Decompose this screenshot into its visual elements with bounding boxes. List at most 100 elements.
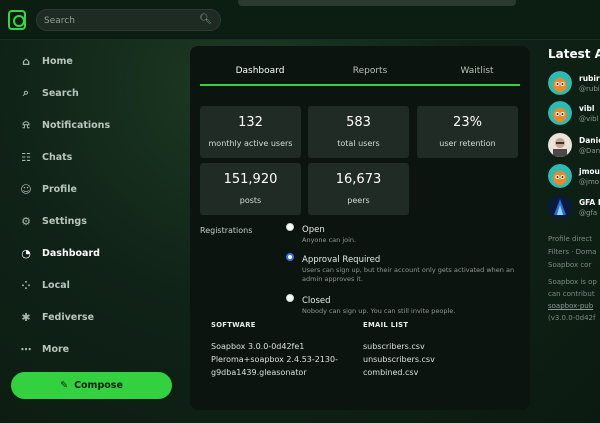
footer-text: Soapbox cor [548,261,592,269]
software-line: Pleroma+soapbox 2.4.53-2130- [211,355,338,364]
stat-card-monthly-active-users: 132 monthly active users [200,106,301,158]
sidebar-item-label: Search [42,87,79,99]
account-handle: @Dan [579,147,600,155]
sidebar-item-label: More [42,343,70,355]
repo-link[interactable]: soapbox-pub [548,302,593,310]
sidebar-item-label: Fediverse [42,311,95,323]
sidebar-item-more[interactable]: ⋯ More [20,340,160,358]
sidebar-item-label: Local [42,279,70,291]
stat-card-total-users: 583 total users [308,106,409,158]
user-icon: ☺ [20,182,32,196]
account-item[interactable]: Danie @Dan [548,133,600,159]
gear-icon: ⚙ [21,214,31,228]
registrations-label: Registrations [200,226,253,235]
stat-card-user-retention: 23% user retention [417,106,518,158]
sidebar-item-fediverse[interactable]: ✱ Fediverse [20,308,160,326]
account-name: Danie [579,136,600,145]
stat-card-peers: 16,673 peers [308,163,409,215]
option-title: Approval Required [302,255,381,265]
stat-label: total users [337,139,380,148]
bell-icon: ⍾ [22,118,30,131]
software-line: Soapbox 3.0.0-0d42fe1 [211,342,305,351]
fediverse-icon: ✱ [21,310,31,324]
radio-closed[interactable] [286,294,294,302]
footer-link[interactable]: Filters · Doma [548,248,596,256]
account-name: jmou [579,167,600,176]
account-item[interactable]: jmou @jmo [548,164,600,190]
account-handle: @rubi [579,85,600,93]
search-icon: ⌕ [22,86,30,99]
avatar [548,101,572,125]
stat-value: 583 [346,115,371,130]
home-icon: ⌂ [22,54,30,68]
stat-value: 23% [453,115,482,130]
account-handle: @jmo [579,178,600,186]
sidebar-item-chats[interactable]: ☷ Chats [20,148,160,166]
sidebar-item-label: Notifications [42,119,111,131]
software-heading: SOFTWARE [211,321,256,329]
email-list-link[interactable]: subscribers.csv [363,342,425,351]
stat-value: 16,673 [335,172,382,187]
sidebar-item-local[interactable]: ⁘ Local [20,276,160,294]
top-strip [238,0,516,6]
email-list-heading: EMAIL LIST [363,321,409,329]
sidebar-item-label: Home [42,55,73,67]
account-handle: @vibl [579,115,599,123]
compose-label: Compose [74,380,123,391]
stat-label: posts [239,196,262,205]
more-icon: ⋯ [20,342,32,356]
account-name: rubir [579,74,600,83]
stat-value: 132 [238,115,263,130]
chat-icon: ☷ [21,150,31,164]
avatar [548,71,572,95]
tab-underline [200,84,520,86]
account-item[interactable]: vibl @vibl [548,101,600,127]
account-handle: @gfa [579,209,598,217]
top-bar: 🔍︎ [0,0,600,40]
sidebar-item-notifications[interactable]: ⍾ Notifications [20,116,160,134]
footer-text: Soapbox is op [548,278,597,286]
sidebar-item-search[interactable]: ⌕ Search [20,84,160,102]
local-icon: ⁘ [21,278,31,292]
sidebar-item-home[interactable]: ⌂ Home [20,52,160,70]
search-icon[interactable]: 🔍︎ [199,14,212,25]
radio-open[interactable] [286,223,294,231]
version-text: (v3.0.0-0d42f [548,314,596,322]
email-list-link[interactable]: combined.csv [363,368,418,377]
tab-bar: Dashboard Reports Waitlist [200,60,520,86]
option-description: Users can sign up, but their account onl… [302,266,515,283]
software-line: g9dba1439.gleasonator [211,368,307,377]
sidebar-item-settings[interactable]: ⚙ Settings [20,212,160,230]
compose-button[interactable]: ✎ Compose [11,372,172,399]
footer-link[interactable]: Profile direct [548,235,592,243]
radio-approval-required[interactable] [286,253,294,261]
footer-text: can contribut [548,290,595,298]
search-input[interactable] [44,13,194,28]
tab-active-indicator [200,84,520,86]
dashboard-icon: ◔ [21,246,31,260]
stat-label: monthly active users [208,139,293,148]
account-name: GFA I [579,198,600,207]
account-item[interactable]: GFA I @gfa [548,195,600,221]
stat-value: 151,920 [223,172,278,187]
sidebar-item-label: Dashboard [42,247,100,259]
account-item[interactable]: rubir @rubi [548,71,600,97]
option-title: Open [302,225,325,235]
latest-accounts-title: Latest Ac [548,47,600,61]
option-description: Anyone can join. [302,236,357,244]
stat-card-posts: 151,920 posts [200,163,301,215]
sidebar-item-label: Profile [42,183,77,195]
option-title: Closed [302,296,331,306]
option-description: Nobody can sign up. You can still invite… [302,307,456,315]
email-list-link[interactable]: unsubscribers.csv [363,355,435,364]
soapbox-logo-icon[interactable] [8,10,26,30]
avatar [548,133,572,157]
sidebar-item-dashboard[interactable]: ◔ Dashboard [20,244,160,262]
sidebar-item-label: Settings [42,215,87,227]
stat-label: peers [347,196,370,205]
stat-label: user retention [439,139,496,148]
pencil-icon: ✎ [60,380,69,391]
sidebar-item-label: Chats [42,151,73,163]
sidebar-item-profile[interactable]: ☺ Profile [20,180,160,198]
search-bar[interactable]: 🔍︎ [36,9,221,31]
